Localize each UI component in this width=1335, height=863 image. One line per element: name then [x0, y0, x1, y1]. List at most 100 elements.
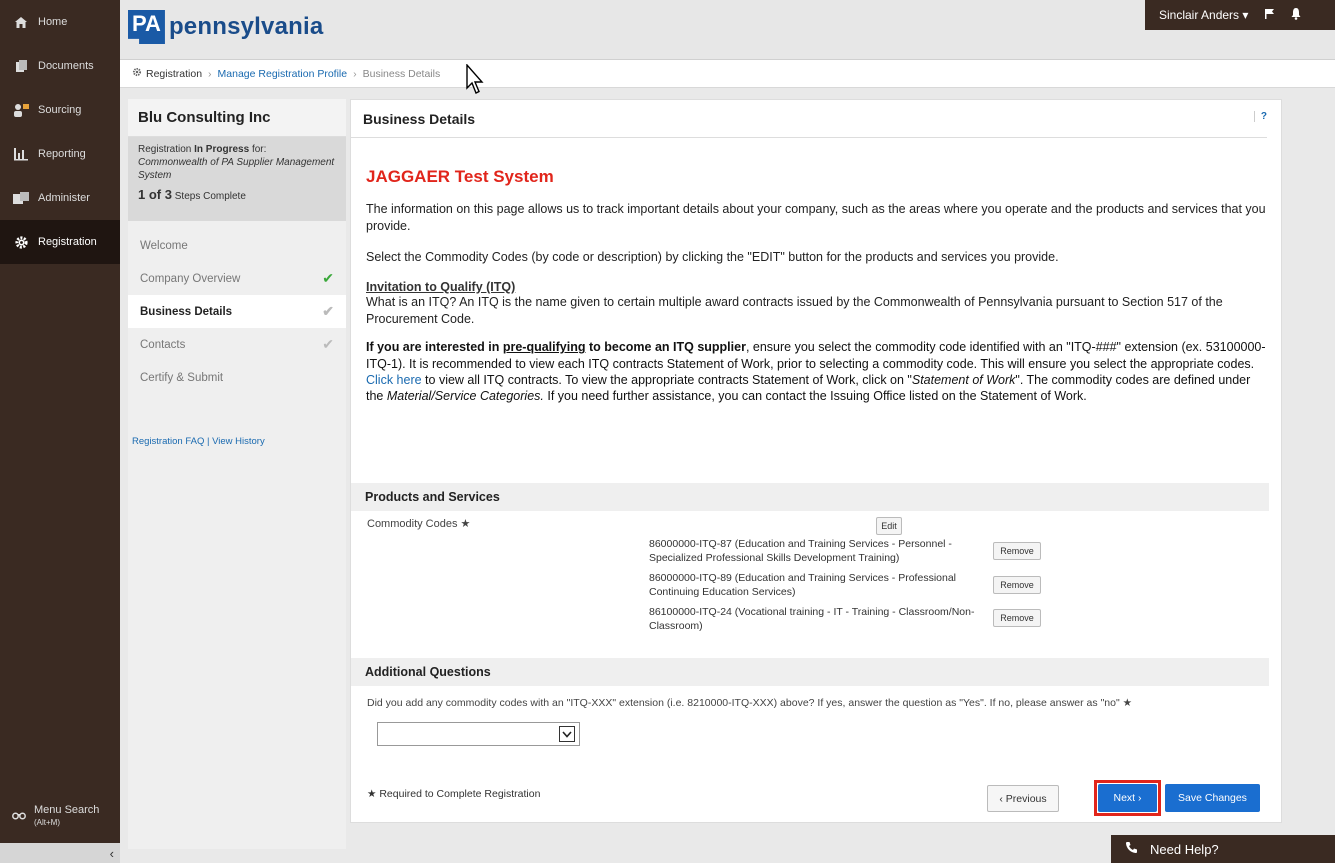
gear-icon [132, 67, 142, 80]
logo-pa: PA [128, 10, 165, 44]
page-title: Business Details ? [351, 100, 1267, 138]
commodity-code-item: 86100000-ITQ-24 (Vocational training - I… [649, 606, 975, 633]
step-business-details[interactable]: Business Details ✔ [128, 295, 346, 328]
registration-faq-link[interactable]: Registration FAQ [132, 436, 204, 447]
progress-status: In Progress [194, 144, 250, 155]
top-header: PA pennsylvania Sinclair Anders ▾ [120, 0, 1335, 60]
user-bar: Sinclair Anders ▾ [1145, 0, 1335, 30]
chevron-down-icon [559, 726, 575, 742]
chevron-left-icon: ‹ [109, 845, 114, 861]
user-name: Sinclair Anders [1159, 8, 1240, 22]
edit-commodity-codes-button[interactable]: Edit [876, 517, 902, 535]
previous-button[interactable]: ‹ Previous [987, 785, 1059, 812]
itq-heading: Invitation to Qualify (ITQ) [366, 279, 516, 294]
itq-answer-select[interactable] [377, 722, 580, 746]
pa-logo[interactable]: PA pennsylvania [128, 10, 323, 44]
mouse-cursor-icon [466, 63, 486, 99]
help-icon[interactable]: ? [1253, 111, 1267, 122]
registration-steps-panel: Blu Consulting Inc Registration In Progr… [128, 99, 346, 849]
breadcrumb-separator-icon: › [208, 67, 212, 80]
breadcrumb-current: Business Details [362, 67, 441, 80]
nav-item-administer[interactable]: Administer [0, 176, 120, 220]
menu-search[interactable]: Menu Search (Alt+M) [0, 794, 120, 838]
registration-progress: Registration In Progress for: Commonweal… [128, 137, 346, 221]
save-changes-button[interactable]: Save Changes [1165, 784, 1260, 812]
steps-links: Registration FAQ | View History [128, 436, 346, 447]
check-icon: ✔ [322, 270, 334, 286]
step-label: Contacts [140, 338, 186, 351]
reporting-icon [12, 145, 30, 163]
step-company-overview[interactable]: Company Overview ✔ [128, 262, 346, 295]
caret-down-icon: ▾ [1242, 8, 1249, 22]
binoculars-icon [12, 810, 26, 823]
nav-item-sourcing[interactable]: Sourcing [0, 88, 120, 132]
remove-code-button[interactable]: Remove [993, 576, 1041, 594]
steps-count-suffix: Steps Complete [171, 191, 246, 202]
nav-label: Reporting [38, 148, 86, 160]
commodity-code-item: 86000000-ITQ-87 (Education and Training … [649, 538, 952, 565]
itq-italic-1: Statement of Work [911, 372, 1016, 387]
step-contacts[interactable]: Contacts ✔ [128, 328, 346, 361]
breadcrumb-root[interactable]: Registration [146, 68, 202, 80]
check-icon: ✔ [322, 336, 334, 352]
bell-icon[interactable] [1290, 7, 1302, 23]
products-and-services-section: Products and Services Commodity Codes ★ … [351, 483, 1283, 641]
page-title-text: Business Details [363, 110, 476, 127]
breadcrumb-manage-profile[interactable]: Manage Registration Profile [218, 68, 348, 80]
itq-question: Did you add any commodity codes with an … [367, 697, 1133, 709]
itq-bold-1: If you are interested in [366, 340, 503, 355]
administer-icon [12, 189, 30, 207]
nav-label: Home [38, 16, 68, 28]
step-welcome[interactable]: Welcome [128, 229, 346, 262]
itq-bold-2: to become an ITQ supplier [585, 340, 746, 355]
commodity-code-item: 86000000-ITQ-89 (Education and Training … [649, 572, 957, 599]
view-history-link[interactable]: View History [212, 436, 265, 447]
commodity-codes-label: Commodity Codes ★ [367, 518, 471, 530]
user-menu[interactable]: Sinclair Anders ▾ [1159, 8, 1248, 22]
additional-questions-section: Additional Questions Did you add any com… [351, 658, 1283, 746]
steps-count: 1 of 3 [138, 187, 172, 202]
required-star-icon: ★ [367, 788, 377, 800]
nav-item-documents[interactable]: Documents [0, 44, 120, 88]
link-divider: | [204, 436, 213, 447]
itq-instructions: If you are interested in pre-qualifying … [366, 339, 1266, 404]
remove-code-button[interactable]: Remove [993, 609, 1041, 627]
progress-prefix: Registration [138, 144, 195, 155]
nav-label: Documents [38, 60, 94, 72]
company-name: Blu Consulting Inc [128, 99, 346, 137]
remove-code-button[interactable]: Remove [993, 542, 1041, 560]
collapse-nav-button[interactable]: ‹ [0, 843, 120, 863]
business-details-panel: Business Details ? JAGGAER Test System T… [350, 99, 1282, 823]
required-star-icon: ★ [460, 518, 471, 530]
nav-item-reporting[interactable]: Reporting [0, 132, 120, 176]
left-nav: Home Documents Sourcing Reporting Admini… [0, 0, 120, 863]
step-label: Certify & Submit [140, 371, 224, 384]
required-star-icon: ★ [1122, 697, 1133, 709]
itq-italic-2: Material/Service Categories. [386, 389, 544, 404]
menu-search-label: Menu Search [34, 803, 100, 816]
flag-icon[interactable] [1264, 8, 1276, 23]
documents-icon [12, 57, 30, 75]
step-label: Welcome [140, 239, 188, 252]
step-label: Business Details [140, 305, 233, 318]
step-certify-submit[interactable]: Certify & Submit [128, 361, 346, 394]
need-help-button[interactable]: Need Help? [1111, 835, 1335, 863]
intro-text: The information on this page allows us t… [366, 202, 1266, 233]
additional-questions-heading: Additional Questions [351, 658, 1269, 686]
itq-click-here-link[interactable]: Click here [366, 373, 422, 387]
next-button[interactable]: Next › [1098, 784, 1157, 812]
select-codes-text: Select the Commodity Codes (by code or d… [366, 249, 1059, 264]
itq-text: What is an ITQ? An ITQ is the name given… [366, 294, 1223, 326]
required-note: ★ Required to Complete Registration [367, 788, 541, 800]
step-label: Company Overview [140, 272, 241, 285]
breadcrumb: Registration › Manage Registration Profi… [120, 60, 1335, 88]
home-icon [12, 13, 30, 31]
nav-item-registration[interactable]: Registration [0, 220, 120, 264]
check-icon: ✔ [322, 303, 334, 319]
nav-item-home[interactable]: Home [0, 0, 120, 44]
need-help-label: Need Help? [1150, 841, 1219, 857]
system-name: Commonwealth of PA Supplier Management S… [138, 157, 335, 181]
system-title: JAGGAER Test System [366, 167, 554, 186]
gear-icon [12, 233, 30, 251]
commodity-codes-row: Commodity Codes ★ Edit 86000000-ITQ-87 (… [351, 511, 1283, 641]
